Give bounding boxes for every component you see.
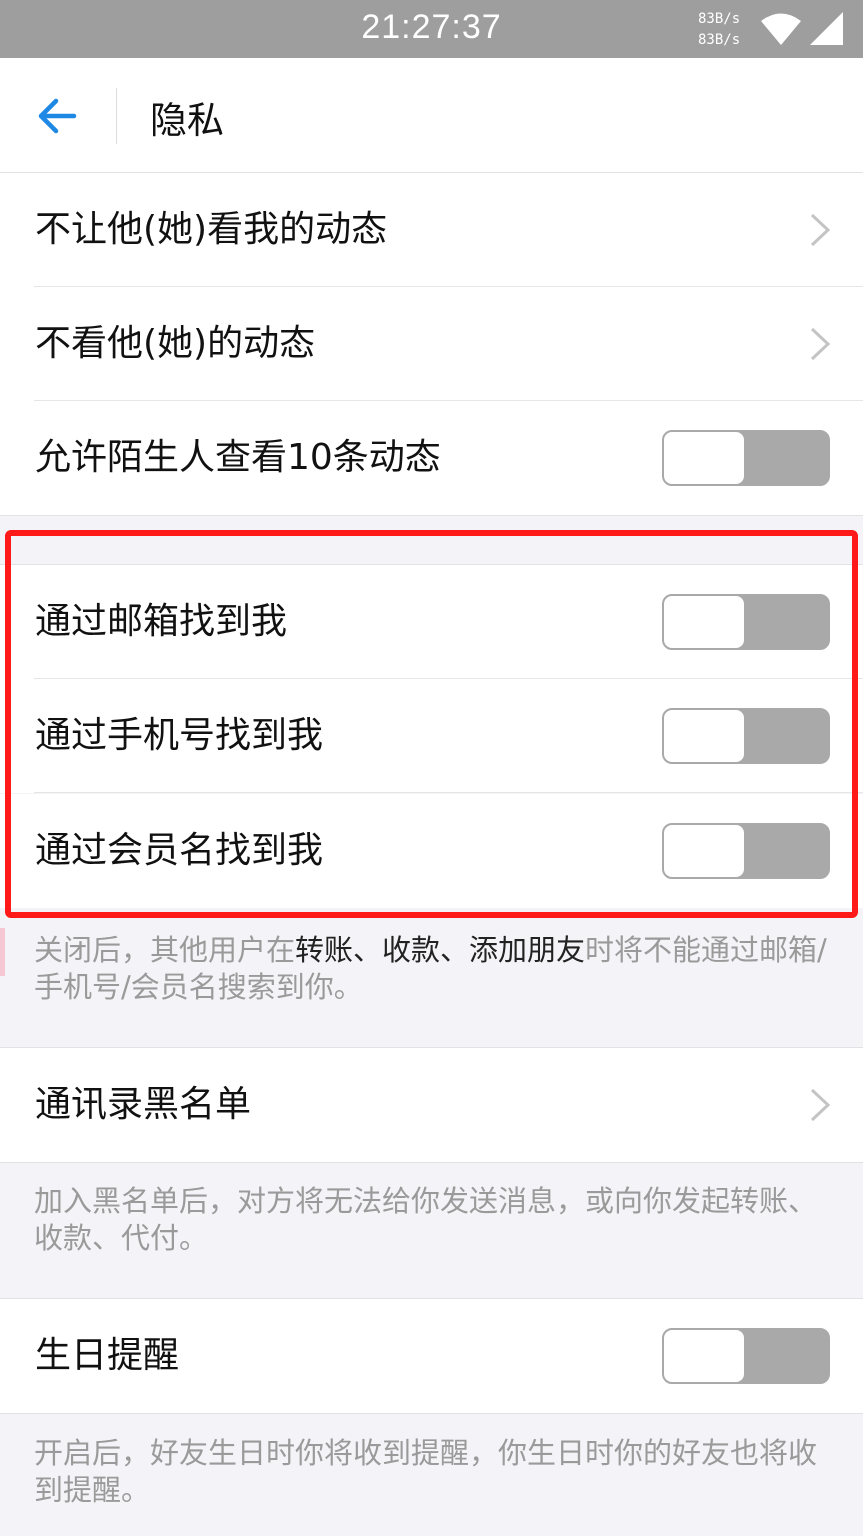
find-by-phone-toggle[interactable]	[662, 708, 830, 764]
allow-strangers-toggle[interactable]	[662, 430, 830, 486]
toggle-knob	[664, 1330, 744, 1382]
toggle-knob	[664, 596, 744, 648]
row-hide-my-moments[interactable]: 不让他(她)看我的动态	[0, 173, 863, 287]
toggle-knob	[664, 432, 744, 484]
row-find-by-email: 通过邮箱找到我	[0, 564, 863, 679]
row-label: 生日提醒	[35, 1335, 180, 1376]
signal-icon	[810, 12, 843, 45]
toggle-knob	[664, 825, 744, 877]
network-speed-down: 83B/s	[698, 32, 741, 48]
chevron-right-icon	[810, 1088, 831, 1122]
birthday-toggle[interactable]	[662, 1328, 830, 1384]
edge-mark	[0, 928, 5, 976]
find-me-note: 关闭后，其他用户在转账、收款、添加朋友时将不能通过邮箱/手机号/会员名搜索到你。	[34, 932, 834, 1006]
row-label: 不看他(她)的动态	[35, 323, 316, 364]
find-by-member-toggle[interactable]	[662, 823, 830, 879]
status-bar: 21:27:37 83B/s 83B/s	[0, 0, 863, 58]
row-hide-their-moments[interactable]: 不看他(她)的动态	[0, 287, 863, 401]
row-label: 通过会员名找到我	[35, 830, 324, 871]
row-label: 通过手机号找到我	[35, 715, 324, 756]
wifi-icon	[761, 13, 801, 45]
chevron-right-icon	[810, 327, 831, 361]
row-birthday: 生日提醒	[0, 1298, 863, 1414]
note-emphasis: 转账、收款、添加朋友	[295, 933, 586, 967]
network-speed-up: 83B/s	[698, 11, 741, 27]
row-find-by-member: 通过会员名找到我	[0, 794, 863, 908]
row-find-by-phone: 通过手机号找到我	[0, 679, 863, 793]
chevron-right-icon	[810, 213, 831, 247]
note-text: 关闭后，其他用户在	[34, 933, 296, 967]
page-title: 隐私	[150, 99, 224, 142]
toggle-knob	[664, 710, 744, 762]
birthday-note: 开启后，好友生日时你将收到提醒，你生日时你的好友也将收到提醒。	[34, 1436, 818, 1507]
row-label: 通过邮箱找到我	[35, 601, 288, 642]
find-by-email-toggle[interactable]	[662, 594, 830, 650]
network-speed: 83B/s 83B/s	[698, 9, 740, 51]
row-label: 通讯录黑名单	[35, 1084, 252, 1125]
row-label: 不让他(她)看我的动态	[35, 209, 388, 250]
row-label: 允许陌生人查看10条动态	[35, 437, 441, 478]
row-divider	[34, 792, 863, 793]
blacklist-note: 加入黑名单后，对方将无法给你发送消息，或向你发起转账、收款、代付。	[34, 1184, 818, 1255]
back-arrow-icon[interactable]	[34, 96, 80, 136]
row-blacklist[interactable]: 通讯录黑名单	[0, 1047, 863, 1163]
header-divider	[116, 88, 117, 144]
row-allow-strangers: 允许陌生人查看10条动态	[0, 401, 863, 516]
top-bar: 隐私	[0, 58, 863, 173]
